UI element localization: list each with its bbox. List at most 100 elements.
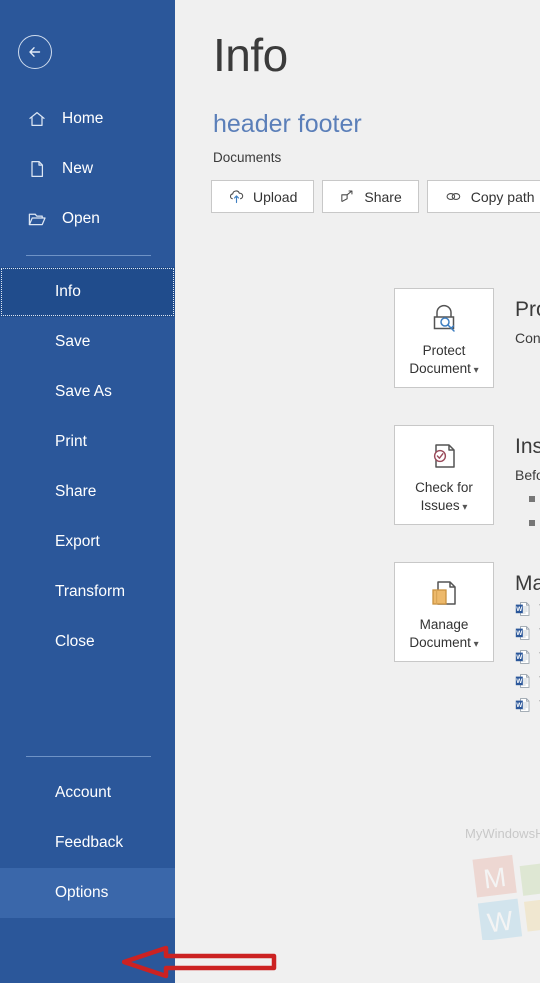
share-button[interactable]: Share [322,180,419,213]
tile-label-line2: Document [409,634,471,650]
sidebar-item-label: New [62,160,94,177]
sidebar-bottom-group: Account Feedback Options [0,745,175,918]
home-icon [26,108,48,130]
word-backstage-info-screen: Home New Open Info Save Save As Print Sh… [0,0,540,983]
sidebar-item-label: Save As [55,383,112,400]
sidebar-divider-bottom [26,756,151,757]
link-icon [444,188,463,205]
tile-label-line2: Issues [420,497,460,513]
manage-document-tile[interactable]: Manage Document ▾ [394,562,494,662]
word-document-icon: W [515,601,532,617]
sidebar-item-home[interactable]: Home [0,94,175,144]
protect-document-tile[interactable]: Protect Document ▾ [394,288,494,388]
sidebar-item-export[interactable]: Export [0,517,175,567]
sidebar-item-open[interactable]: Open [0,194,175,244]
sidebar-item-new[interactable]: New [0,144,175,194]
tile-label-line1: Manage [419,617,469,632]
svg-text:W: W [516,630,523,637]
list-item: Document properties and [515,487,540,511]
page-title: Info [213,29,288,81]
section-heading: Protect Document [515,298,540,321]
section-protect-document: Protect Document ▾ Protect Document Cont… [175,288,540,388]
sidebar-item-transform[interactable]: Transform [0,567,175,617]
bullet-square-icon [529,496,535,503]
sidebar-item-label: Transform [55,583,126,600]
word-document-icon: W [515,649,532,665]
word-document-icon: W [515,625,532,641]
sidebar-item-print[interactable]: Print [0,417,175,467]
sidebar-item-info[interactable]: Info [0,267,175,317]
section-heading: Inspect Document [515,435,540,458]
manage-document-tile-label: Manage Document ▾ [409,616,478,652]
backstage-sidebar: Home New Open Info Save Save As Print Sh… [0,0,175,983]
chevron-down-icon[interactable]: ▾ [460,502,467,513]
tile-label-line1: Protect [422,343,466,358]
watermark: MyWindowsHub.com M W [465,826,540,942]
copy-path-button[interactable]: Copy path [426,180,540,213]
list-item[interactable]: W Yesterday, 22:32 (autoreco [515,645,540,669]
protect-document-body: Protect Document Control what types of c… [515,288,540,388]
sidebar-item-options[interactable]: Options [0,868,175,918]
svg-text:W: W [516,678,523,685]
sidebar-item-save[interactable]: Save [0,317,175,367]
sidebar-item-label: Print [55,433,87,450]
lock-key-icon [424,298,464,340]
list-item[interactable]: W Yesterday, 22:53 (autoreco [515,621,540,645]
section-manage-document: Manage Document ▾ Manage Document [175,562,540,717]
back-button[interactable] [18,35,52,69]
sidebar-item-label: Export [55,533,100,550]
list-item[interactable]: W Yesterday, 23:14 (autoreco [515,597,540,621]
sidebar-item-share[interactable]: Share [0,467,175,517]
word-document-icon: W [515,673,532,689]
chevron-down-icon[interactable]: ▾ [471,639,479,650]
manage-document-body: Manage Document W Yesterday, [515,562,540,717]
sidebar-item-account[interactable]: Account [0,768,175,818]
sidebar-item-label: Home [62,110,104,127]
protect-document-tile-label: Protect Document ▾ [409,342,478,378]
document-name: header footer [213,110,362,138]
svg-text:M: M [482,862,508,895]
watermark-logo: M W [467,848,540,945]
sidebar-item-label: Close [55,633,95,650]
sidebar-item-label: Info [55,283,81,300]
watermark-text: MyWindowsHub.com [465,826,540,841]
svg-text:W: W [516,702,523,709]
backstage-main-pane: Info header footer Documents Upload Shar… [175,0,540,983]
list-item: Custom XML data [515,511,540,535]
cloud-upload-icon [228,188,245,205]
chevron-down-icon[interactable]: ▾ [471,365,479,376]
svg-text:W: W [516,654,523,661]
svg-text:W: W [486,905,515,938]
section-description: Control what types of changes [515,330,540,347]
button-label: Share [364,188,402,205]
autorecover-version-list: W Yesterday, 23:14 (autoreco [515,597,540,717]
upload-button[interactable]: Upload [211,180,315,213]
back-arrow-circle-icon [25,42,45,62]
folder-icon [26,208,48,230]
sidebar-item-label: Feedback [55,834,124,851]
sidebar-item-save-as[interactable]: Save As [0,367,175,417]
sidebar-item-label: Save [55,333,91,350]
sidebar-item-feedback[interactable]: Feedback [0,818,175,868]
button-label: Upload [253,188,298,205]
word-document-icon: W [515,697,532,713]
tile-label-line2: Document [409,360,471,376]
section-heading: Manage Document [515,572,540,595]
check-for-issues-tile[interactable]: Check for Issues ▾ [394,425,494,525]
document-location: Documents [213,150,282,165]
sidebar-divider-top [26,255,151,256]
document-check-icon [424,435,464,477]
share-icon [339,188,356,205]
inspect-bullet-list: Document properties and Custom XML data [515,487,540,535]
sidebar-item-label: Account [55,784,112,801]
sidebar-item-close[interactable]: Close [0,617,175,667]
document-manage-icon [424,572,464,614]
check-for-issues-tile-label: Check for Issues ▾ [415,479,473,515]
list-item[interactable]: W Yesterday, 22:05 (autoreco [515,669,540,693]
list-item[interactable]: W Yesterday, 21:41 (autoreco [515,693,540,717]
svg-text:W: W [516,606,523,613]
section-inspect-document: Check for Issues ▾ Inspect Document Befo… [175,425,540,535]
sidebar-item-label: Options [55,884,109,901]
document-action-buttons: Upload Share Copy path [211,180,540,213]
page-icon [26,158,48,180]
